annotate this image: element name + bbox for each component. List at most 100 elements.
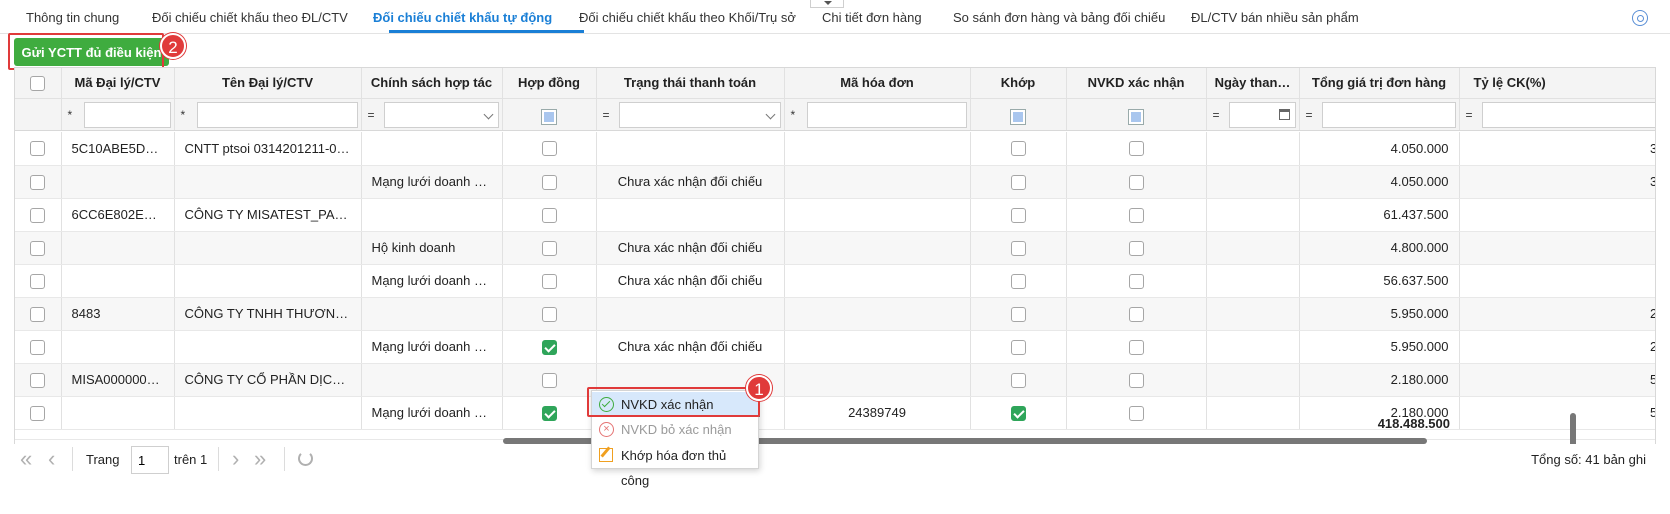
filter-match	[970, 98, 1067, 131]
contract-checkbox[interactable]	[541, 174, 557, 190]
filter-code-input[interactable]	[83, 101, 171, 128]
tab-discount-by-agent[interactable]: Đối chiếu chiết khấu theo ĐL/CTV	[152, 10, 348, 25]
filter-status-select[interactable]	[618, 101, 781, 128]
col-header-rate[interactable]: Tỷ lệ CK(%)	[1459, 68, 1655, 99]
send-request-button[interactable]: Gửi YCTT đủ điều kiện	[14, 38, 169, 66]
contract-cell	[502, 363, 597, 397]
filter-total-input[interactable]	[1321, 101, 1456, 128]
filter-invoice-input[interactable]	[806, 101, 967, 128]
filter-match-checkbox[interactable]	[1010, 108, 1026, 125]
collapse-toggle[interactable]	[810, 0, 844, 8]
contract-checkbox[interactable]	[541, 306, 557, 322]
col-header-name[interactable]: Tên Đại lý/CTV	[174, 68, 362, 99]
check-circle-icon	[599, 397, 614, 412]
table-row[interactable]: 8483CÔNG TY TNHH THƯƠNG … 5.950.00025	[15, 297, 1655, 331]
col-header-code[interactable]: Mã Đại lý/CTV	[61, 68, 175, 99]
table-row[interactable]: Hộ kinh doanh Chưa xác nhận đối chiếu 4.80…	[15, 231, 1655, 265]
tab-discount-by-block[interactable]: Đối chiếu chiết khấu theo Khối/Trụ sở	[579, 10, 796, 25]
menu-item-unconfirm[interactable]: × NVKD bỏ xác nhận	[592, 417, 758, 442]
refresh-icon[interactable]	[298, 451, 313, 466]
filter-name-input[interactable]	[196, 101, 358, 128]
match-checkbox[interactable]	[1010, 141, 1026, 157]
tab-auto-discount[interactable]: Đối chiếu chiết khấu tự động	[373, 10, 552, 25]
table-row[interactable]: Mạng lưới doanh n… Chưa xác nhận đối chiế…	[15, 165, 1655, 199]
contract-checkbox[interactable]	[541, 339, 557, 355]
confirm-checkbox[interactable]	[1128, 141, 1144, 157]
filter-contract	[502, 98, 597, 131]
contract-checkbox[interactable]	[541, 207, 557, 223]
match-cell	[970, 264, 1067, 298]
filter-date-input[interactable]	[1228, 101, 1296, 128]
contract-checkbox[interactable]	[541, 240, 557, 256]
confirm-checkbox[interactable]	[1128, 273, 1144, 289]
match-checkbox[interactable]	[1010, 174, 1026, 190]
confirm-checkbox[interactable]	[1128, 372, 1144, 388]
row-select-checkbox[interactable]	[30, 273, 46, 289]
row-select-checkbox[interactable]	[30, 372, 46, 388]
select-all-checkbox[interactable]	[30, 75, 46, 91]
row-select-checkbox[interactable]	[30, 339, 46, 355]
row-select-checkbox[interactable]	[30, 174, 46, 190]
tab-order-comparison[interactable]: So sánh đơn hàng và bảng đối chiếu	[953, 10, 1165, 25]
cell-date	[1206, 330, 1300, 364]
confirm-checkbox[interactable]	[1128, 240, 1144, 256]
match-checkbox[interactable]	[1010, 207, 1026, 223]
menu-item-manual-match[interactable]: Khớp hóa đơn thủ công	[592, 443, 758, 488]
cell-total: 2.180.000	[1299, 363, 1460, 397]
cancel-circle-icon: ×	[599, 422, 614, 437]
cell-status: Chưa xác nhận đối chiếu	[596, 165, 785, 199]
match-cell	[970, 198, 1067, 232]
col-header-policy[interactable]: Chính sách hợp tác	[361, 68, 503, 99]
settings-icon[interactable]	[1632, 10, 1648, 26]
match-checkbox[interactable]	[1010, 273, 1026, 289]
col-header-invoice[interactable]: Mã hóa đơn	[784, 68, 971, 99]
table-row[interactable]: MISA0000000… CÔNG TY CỔ PHẦN DỊCH … 2.180.…	[15, 363, 1655, 397]
cell-date	[1206, 363, 1300, 397]
last-page-icon[interactable]: »	[254, 448, 266, 470]
menu-item-confirm[interactable]: NVKD xác nhận	[592, 392, 758, 417]
page-number-input[interactable]	[131, 446, 169, 474]
confirm-checkbox[interactable]	[1128, 174, 1144, 190]
cell-code	[61, 264, 175, 298]
filter-confirm-checkbox[interactable]	[1128, 108, 1144, 125]
filter-policy: =	[361, 98, 503, 131]
grid-table: Mã Đại lý/CTV Tên Đại lý/CTV Chính sách …	[15, 68, 1655, 131]
match-checkbox[interactable]	[1010, 306, 1026, 322]
match-checkbox[interactable]	[1010, 240, 1026, 256]
confirm-checkbox[interactable]	[1128, 207, 1144, 223]
col-header-match[interactable]: Khớp	[970, 68, 1067, 99]
contract-checkbox[interactable]	[541, 273, 557, 289]
col-header-confirm[interactable]: NVKD xác nhận	[1066, 68, 1207, 99]
prev-page-icon[interactable]: ‹	[48, 448, 55, 470]
col-header-payment-status[interactable]: Trạng thái thanh toán	[596, 68, 785, 99]
confirm-checkbox[interactable]	[1128, 306, 1144, 322]
row-select-checkbox[interactable]	[30, 207, 46, 223]
col-header-date[interactable]: Ngày than…	[1206, 68, 1300, 99]
tab-general-info[interactable]: Thông tin chung	[26, 10, 119, 25]
table-row[interactable]: 6CC6E802E656 CÔNG TY MISATEST_PAR… 61.437.…	[15, 198, 1655, 232]
match-checkbox[interactable]	[1010, 339, 1026, 355]
tab-multi-product-agent[interactable]: ĐL/CTV bán nhiều sản phẩm	[1191, 10, 1359, 25]
calendar-icon[interactable]	[1278, 108, 1290, 120]
row-select-checkbox[interactable]	[30, 240, 46, 256]
cell-status: Chưa xác nhận đối chiếu	[596, 231, 785, 265]
col-header-contract[interactable]: Hợp đồng	[502, 68, 597, 99]
row-select-checkbox[interactable]	[30, 141, 46, 157]
table-row[interactable]: Mạng lưới doanh n… Chưa xác nhận đối chiế…	[15, 264, 1655, 298]
filter-contract-checkbox[interactable]	[541, 108, 557, 125]
table-row[interactable]: Mạng lưới doanh n… Chưa xác nhận đối chiế…	[15, 330, 1655, 364]
next-page-icon[interactable]: ›	[232, 448, 239, 470]
row-select-checkbox[interactable]	[30, 306, 46, 322]
tab-order-detail[interactable]: Chi tiết đơn hàng	[822, 10, 922, 25]
contract-checkbox[interactable]	[541, 372, 557, 388]
cell-invoice	[784, 132, 971, 166]
first-page-icon[interactable]: «	[20, 448, 32, 470]
table-row[interactable]: 5C10ABE5D5F1 CNTT ptsoi 0314201211-001 4.0…	[15, 132, 1655, 166]
filter-confirm	[1066, 98, 1207, 131]
contract-checkbox[interactable]	[541, 141, 557, 157]
confirm-checkbox[interactable]	[1128, 339, 1144, 355]
filter-policy-select[interactable]	[383, 101, 499, 128]
filter-rate-input[interactable]	[1481, 101, 1655, 128]
match-checkbox[interactable]	[1010, 372, 1026, 388]
col-header-total[interactable]: Tổng giá trị đơn hàng	[1299, 68, 1460, 99]
